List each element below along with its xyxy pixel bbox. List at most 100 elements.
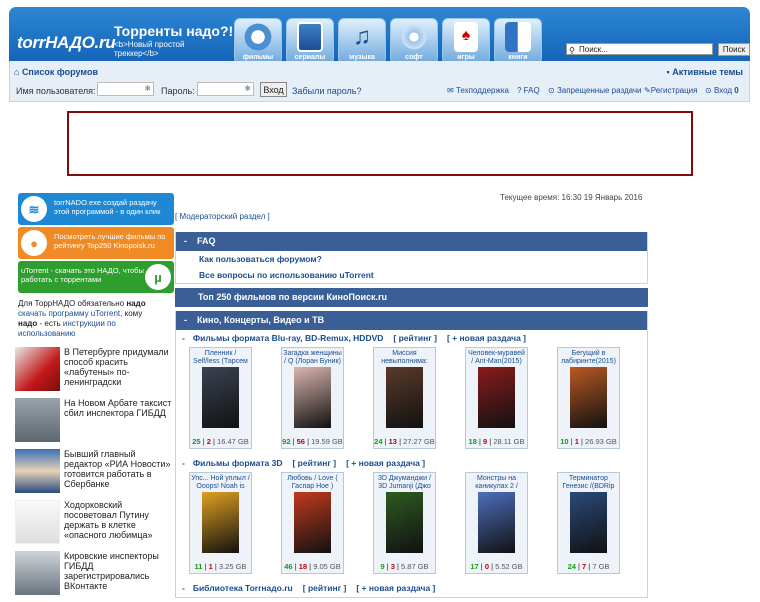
film-icon: [242, 22, 274, 52]
slogan-title: Торренты надо?!: [114, 23, 234, 39]
current-time: Текущее время: 16:30 19 Январь 2016: [500, 193, 643, 202]
news-item[interactable]: В Петербурге придумали способ красить «л…: [15, 347, 174, 398]
release-cover[interactable]: [478, 492, 515, 553]
subforum-3d[interactable]: - Фильмы формата 3D[ рейтинг ][ + новая р…: [176, 455, 647, 472]
release-cover[interactable]: [202, 492, 239, 553]
home-icon: ⌂: [14, 67, 22, 77]
release-tile[interactable]: 3D Джуманджи / 3D Jumanji (Джо 9 | 3 | 5.…: [373, 472, 436, 574]
category-music[interactable]: ♫ музыка: [338, 18, 386, 64]
release-tile[interactable]: Терминатор Генезис /(BDRip 1080p) 24 | 7 …: [557, 472, 620, 574]
category-series[interactable]: сериалы: [286, 18, 334, 64]
release-cover[interactable]: [294, 492, 331, 553]
release-cover[interactable]: [386, 367, 423, 428]
new-release-link[interactable]: [ + новая раздача ]: [346, 458, 425, 468]
promo-utorrent[interactable]: µ uTorrent - скачать это НАДО, чтобы рабо…: [18, 261, 174, 293]
forgot-password-link[interactable]: Забыли пароль?: [292, 86, 361, 96]
release-tiles: Пленник / Self/less (Тарсем 25 | 2 | 16.4…: [176, 347, 647, 455]
category-films[interactable]: фильмы: [234, 18, 282, 64]
news-item[interactable]: Ходорковский посоветовал Путину держать …: [15, 500, 174, 551]
login-link[interactable]: ⊙ Вход 0: [705, 86, 739, 95]
news-thumbnail: [15, 347, 60, 391]
section-header-faq[interactable]: - FAQ: [176, 232, 647, 251]
release-tile[interactable]: Пленник / Self/less (Тарсем 25 | 2 | 16.4…: [189, 347, 252, 449]
release-cover[interactable]: [570, 367, 607, 428]
category-games[interactable]: ♠ игры: [442, 18, 490, 64]
faq-link[interactable]: ? FAQ: [517, 86, 540, 95]
ad-banner[interactable]: [67, 111, 693, 176]
rating-link[interactable]: [ рейтинг ]: [393, 333, 437, 343]
category-software[interactable]: софт: [390, 18, 438, 64]
search-icon: ⚲: [569, 46, 575, 55]
release-title[interactable]: Любовь / Love ( Гаспар Ное ): [282, 473, 343, 491]
release-title[interactable]: Миссия невыполнима: Племя(2015): [374, 348, 435, 366]
active-topics-link[interactable]: ▪ Активные темы: [667, 67, 743, 77]
login-button[interactable]: Вход: [260, 82, 287, 97]
moderator-section-link[interactable]: [ Модераторский раздел ]: [175, 212, 270, 221]
games-icon: ♠: [454, 22, 478, 52]
forum-content: - FAQ Как пользоваться форумом? Все вопро…: [175, 232, 648, 602]
news-item[interactable]: Бывший главный редактор «РИА Новости» го…: [15, 449, 174, 500]
release-title[interactable]: 3D Джуманджи / 3D Jumanji (Джо: [374, 473, 435, 491]
section-header-top250[interactable]: Топ 250 фильмов по версии КиноПоиск.ru: [175, 288, 648, 307]
music-icon: ♫: [353, 23, 371, 50]
release-stats: 11 | 1 | 3.25 GB: [194, 562, 247, 571]
release-cover[interactable]: [294, 367, 331, 428]
release-title[interactable]: Человек-муравей / Ant-Man(2015): [466, 348, 527, 366]
release-cover[interactable]: [386, 492, 423, 553]
new-release-link[interactable]: [ + новая раздача ]: [447, 333, 526, 343]
news-thumbnail: [15, 551, 60, 595]
release-title[interactable]: Монстры на каникулах 2 /: [466, 473, 527, 491]
forum-list-link[interactable]: ⌂ Список форумов: [14, 67, 98, 77]
release-tile[interactable]: Миссия невыполнима: Племя(2015) 24 | 13 |…: [373, 347, 436, 449]
search-button[interactable]: Поиск: [718, 43, 750, 56]
utorrent-icon: µ: [145, 264, 171, 290]
faq-link-utorrent[interactable]: Все вопросы по использованию uTorrent: [176, 267, 647, 283]
news-item[interactable]: Кировские инспекторы ГИБДД зарегистриров…: [15, 551, 174, 602]
site-header: torrНАДО.ru Торренты надо?! <b>Новый про…: [9, 7, 750, 64]
site-logo[interactable]: torrНАДО.ru: [17, 33, 116, 53]
release-tile[interactable]: Монстры на каникулах 2 / 17 | 0 | 5.52 GB: [465, 472, 528, 574]
utorrent-download-link[interactable]: скачать программу uTorrent,: [18, 309, 122, 318]
news-thumbnail: [15, 398, 60, 442]
search-input[interactable]: ⚲ Поиск...: [566, 43, 713, 55]
release-tile[interactable]: Упс... Ной уплыл / Ooops! Noah is 11 | 1 …: [189, 472, 252, 574]
release-stats: 17 | 0 | 5.52 GB: [470, 562, 523, 571]
password-input[interactable]: ✱: [197, 82, 254, 96]
release-cover[interactable]: [478, 367, 515, 428]
promo-tornado[interactable]: ≋ torrNADO.exe создай раздачу этой програ…: [18, 193, 174, 225]
release-stats: 25 | 2 | 16.47 GB: [192, 437, 249, 446]
news-thumbnail: [15, 500, 60, 544]
release-cover[interactable]: [570, 492, 607, 553]
release-cover[interactable]: [202, 367, 239, 428]
banned-link[interactable]: ⊙ Запрещенные раздачи: [548, 86, 642, 95]
new-release-link[interactable]: [ + новая раздача ]: [356, 583, 435, 593]
rating-link[interactable]: [ рейтинг ]: [303, 583, 347, 593]
release-tile[interactable]: Загадка женщины / Q (Лоран Буник) 92 | 56…: [281, 347, 344, 449]
release-stats: 46 | 18 | 9.05 GB: [284, 562, 341, 571]
release-stats: 24 | 13 | 27.27 GB: [374, 437, 435, 446]
username-input[interactable]: ✱: [97, 82, 154, 96]
password-label: Пароль:: [161, 86, 195, 96]
faq-link-forum[interactable]: Как пользоваться форумом?: [176, 251, 647, 267]
faq-section: - FAQ Как пользоваться форумом? Все вопро…: [175, 232, 648, 284]
release-tile[interactable]: Человек-муравей / Ant-Man(2015) 18 | 9 | …: [465, 347, 528, 449]
news-item[interactable]: На Новом Арбате таксист сбил инспектора …: [15, 398, 174, 449]
category-books[interactable]: книги: [494, 18, 542, 64]
subforum-library[interactable]: - Библиотека Torrнадо.ru[ рейтинг ][ + но…: [176, 580, 647, 597]
release-tile[interactable]: Любовь / Love ( Гаспар Ное ) 46 | 18 | 9.…: [281, 472, 344, 574]
section-header-cinema[interactable]: - Кино, Концерты, Видео и ТВ: [176, 311, 647, 330]
required-icon: ✱: [244, 84, 251, 93]
release-title[interactable]: Загадка женщины / Q (Лоран Буник): [282, 348, 343, 366]
release-title[interactable]: Пленник / Self/less (Тарсем: [190, 348, 251, 366]
series-icon: [297, 22, 323, 52]
release-tile[interactable]: Бегущий в лабиринте(2015) 10 | 1 | 26.93 …: [557, 347, 620, 449]
register-link[interactable]: ✎Регистрация: [644, 86, 697, 95]
rating-link[interactable]: [ рейтинг ]: [292, 458, 336, 468]
release-title[interactable]: Упс... Ной уплыл / Ooops! Noah is: [190, 473, 251, 491]
support-link[interactable]: ✉ Техподдержка: [447, 86, 509, 95]
subforum-bluray[interactable]: - Фильмы формата Blu-ray, BD-Remux, HDDVD…: [176, 330, 647, 347]
release-title[interactable]: Бегущий в лабиринте(2015): [558, 348, 619, 366]
release-title[interactable]: Терминатор Генезис /(BDRip 1080p): [558, 473, 619, 491]
cinema-section: - Кино, Концерты, Видео и ТВ - Фильмы форм…: [175, 311, 648, 598]
promo-kinopoisk[interactable]: ● Посмотреть лучшие фильмы по рейтингу To…: [18, 227, 174, 259]
